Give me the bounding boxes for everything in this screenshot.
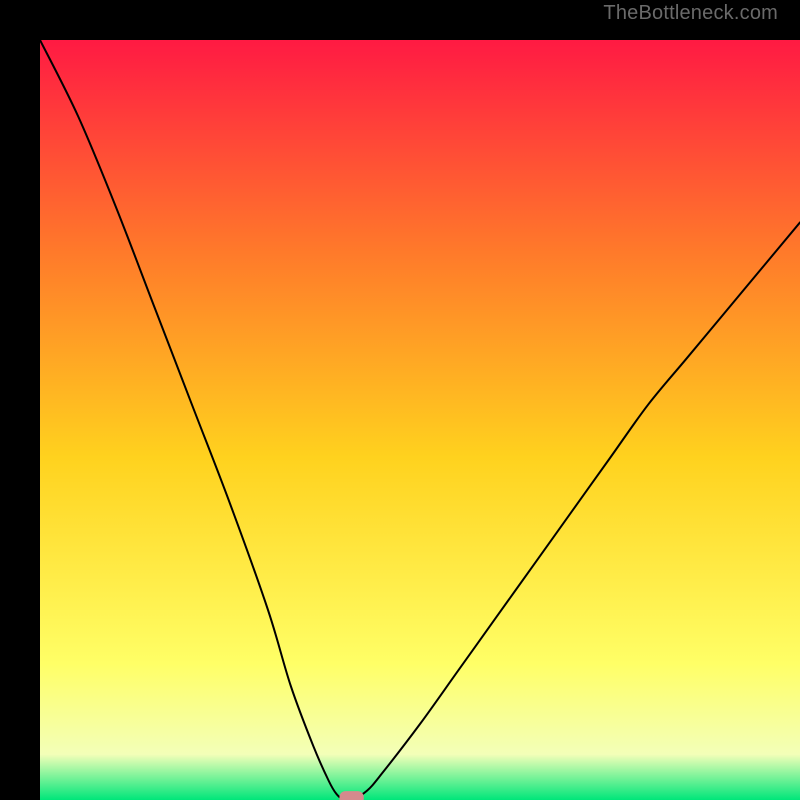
minimum-marker xyxy=(339,791,363,800)
chart-frame xyxy=(20,20,780,780)
bottleneck-chart xyxy=(40,40,800,800)
watermark-text: TheBottleneck.com xyxy=(603,2,778,25)
gradient-background xyxy=(40,40,800,800)
